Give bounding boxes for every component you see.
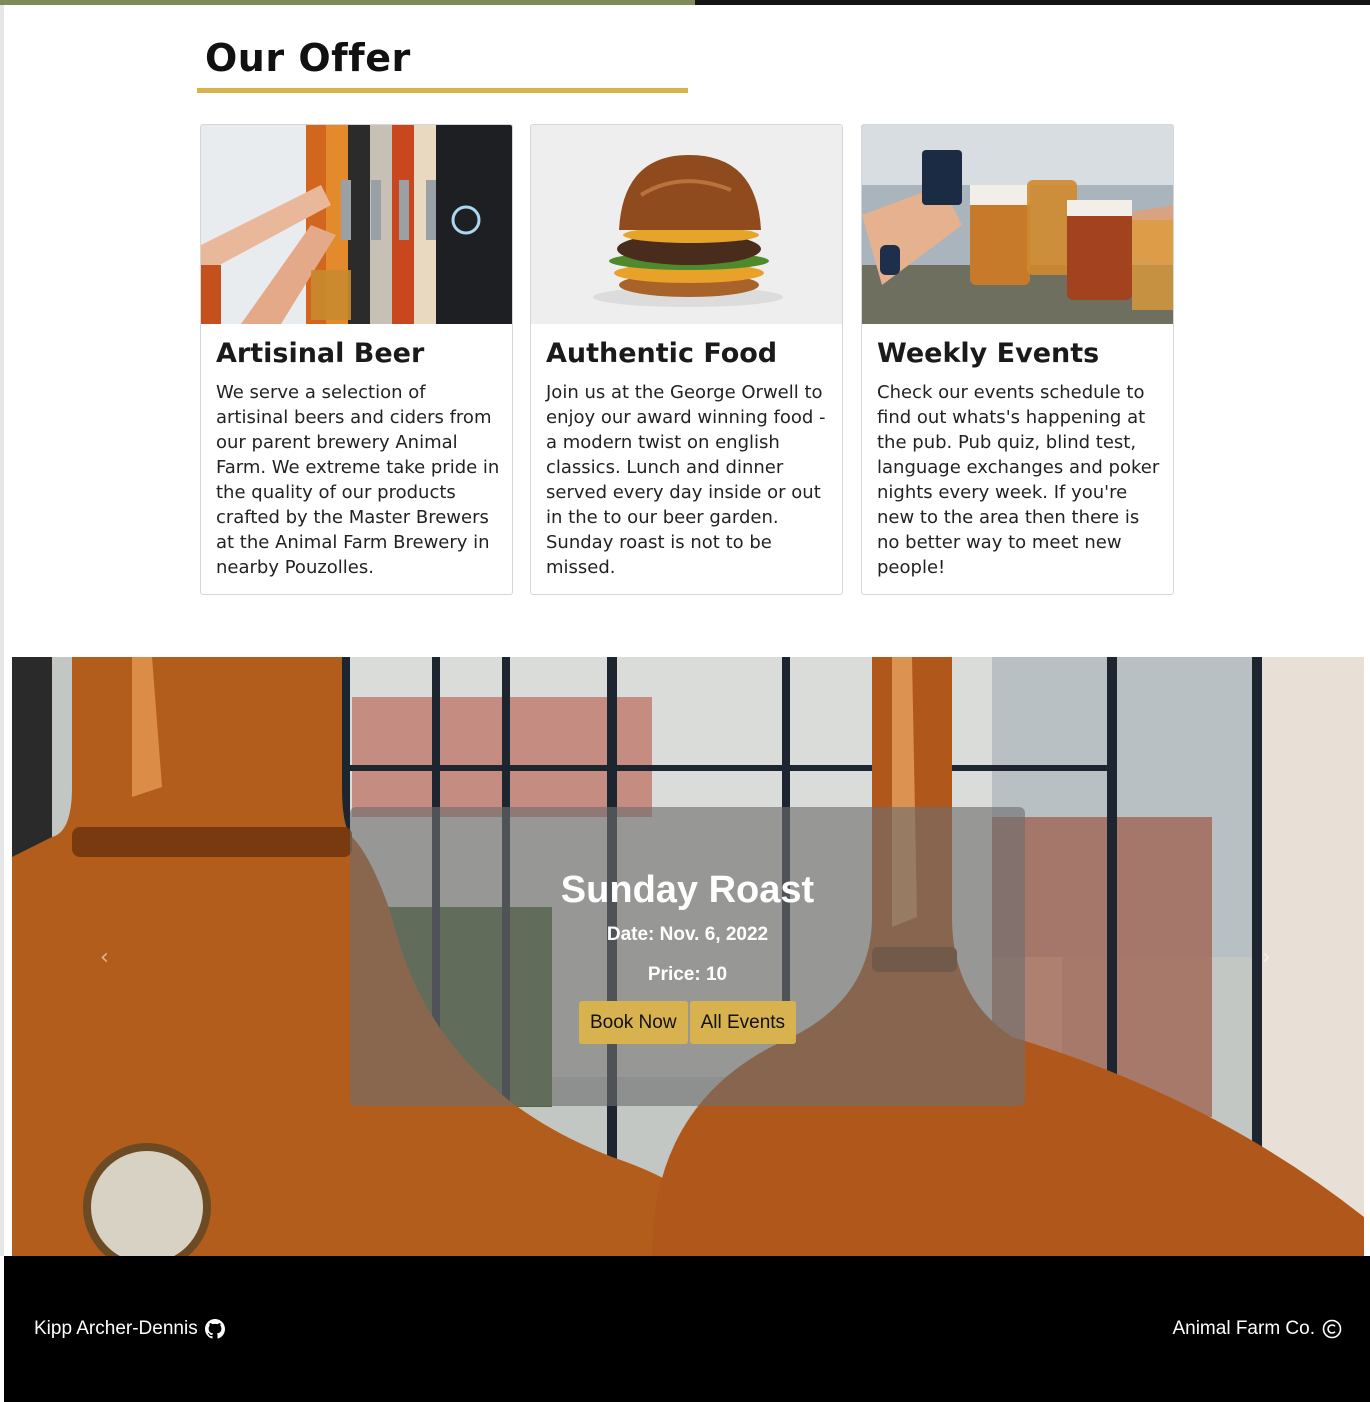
page-edge bbox=[0, 0, 4, 1256]
card-artisinal-beer: Artisinal Beer We serve a selection of a… bbox=[200, 124, 513, 595]
event-carousel[interactable]: ‹ › Sunday Roast Date: Nov. 6, 2022 Pric… bbox=[12, 657, 1364, 1256]
beer-taps-image bbox=[201, 125, 512, 324]
company-name: Animal Farm Co. bbox=[1172, 1318, 1315, 1339]
footer-company: Animal Farm Co. bbox=[1172, 1318, 1342, 1340]
event-price: Price: 10 bbox=[647, 964, 728, 985]
burger-image bbox=[531, 125, 842, 324]
card-text: Join us at the George Orwell to enjoy ou… bbox=[546, 382, 826, 578]
book-now-button[interactable]: Book Now bbox=[578, 1001, 688, 1044]
copyright-icon bbox=[1322, 1319, 1342, 1339]
carousel-prev-icon[interactable]: ‹ bbox=[100, 945, 109, 970]
event-actions: Book Now All Events bbox=[350, 1001, 1025, 1044]
card-authentic-food: Authentic Food Join us at the George Orw… bbox=[530, 124, 843, 595]
carousel-next-icon[interactable]: › bbox=[1262, 945, 1271, 970]
footer: Kipp Archer-Dennis Animal Farm Co. bbox=[4, 1256, 1370, 1402]
card-title: Authentic Food bbox=[546, 338, 778, 369]
github-icon[interactable] bbox=[204, 1319, 225, 1339]
card-title: Artisinal Beer bbox=[216, 338, 425, 369]
beer-cheers-image bbox=[862, 125, 1173, 324]
top-bar-left bbox=[0, 0, 695, 5]
card-weekly-events: Weekly Events Check our events schedule … bbox=[861, 124, 1174, 595]
top-bar-right bbox=[695, 0, 1370, 5]
event-title: Sunday Roast bbox=[560, 869, 815, 911]
title-underline bbox=[197, 88, 688, 93]
footer-author[interactable]: Kipp Archer-Dennis bbox=[34, 1318, 225, 1340]
all-events-button[interactable]: All Events bbox=[689, 1001, 797, 1044]
event-caption: Sunday Roast Date: Nov. 6, 2022 Price: 1… bbox=[350, 807, 1025, 1106]
card-text: Check our events schedule to find out wh… bbox=[877, 382, 1160, 578]
top-accent-bar bbox=[0, 0, 1370, 5]
offer-title: Our Offer bbox=[205, 36, 411, 80]
card-text: We serve a selection of artisinal beers … bbox=[216, 382, 500, 578]
card-title: Weekly Events bbox=[877, 338, 1100, 369]
event-date: Date: Nov. 6, 2022 bbox=[606, 924, 769, 945]
author-name[interactable]: Kipp Archer-Dennis bbox=[34, 1318, 198, 1340]
